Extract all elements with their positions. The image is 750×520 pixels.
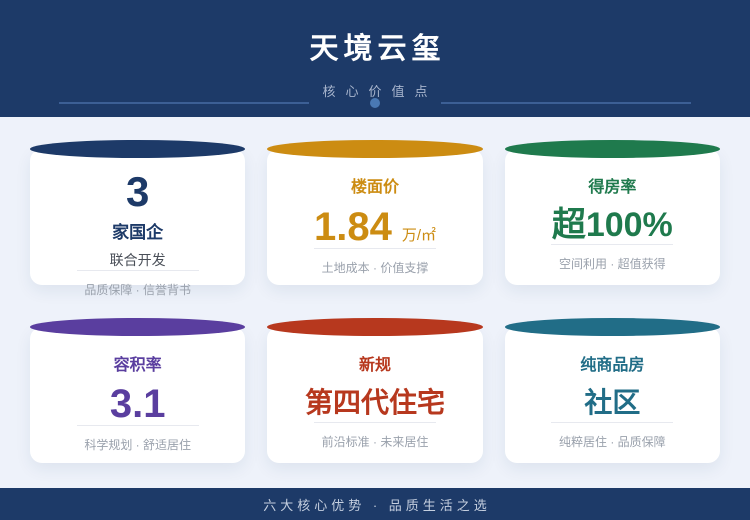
card-divider [551,244,674,246]
floor-price-title: 楼面价 [350,179,399,196]
card-top-ribbon [30,140,246,158]
floor-price-unit: 万/㎡ [401,227,436,244]
footer-slogan: 六大核心优势 · 品质生活之选 [263,497,491,513]
community-value: 社区 [584,387,641,418]
card-top-ribbon [267,318,483,336]
card-fourth-gen-housing: 新规 第四代住宅 前沿标准 · 未来居住 [267,318,483,463]
floor-price-value: 1.84 [313,205,392,249]
developers-label: 家国企 [112,223,164,242]
usable-ratio-title: 得房率 [588,179,637,196]
card-community: 纯商品房 社区 纯粹居住 · 品质保障 [504,318,720,463]
card-footnote: 土地成本 · 价值支撑 [321,261,429,275]
community-title: 纯商品房 [580,357,645,374]
divider-dot [370,98,380,108]
card-top-ribbon [504,140,720,158]
card-top-ribbon [267,140,483,158]
card-divider [314,422,436,423]
footer-bar: 六大核心优势 · 品质生活之选 [0,488,750,520]
card-divider [76,270,199,271]
card-footnote: 品质保障 · 信誉背书 [84,283,191,297]
card-divider [314,248,436,249]
card-top-ribbon [504,318,720,336]
header-divider [0,98,750,108]
page: 天境云玺 核心价值点 3 家国企 联合开发 品质保障 · 信誉背书 楼面价 1.… [0,0,750,520]
fourth-gen-value: 第四代住宅 [304,387,445,418]
page-title: 天境云玺 [309,33,446,65]
card-plot-ratio: 容积率 3.1 科学规划 · 舒适居住 [30,318,246,463]
value-cards-grid: 3 家国企 联合开发 品质保障 · 信誉背书 楼面价 1.84 万/㎡ 土地成本… [0,117,750,488]
card-footnote: 科学规划 · 舒适居住 [84,438,191,452]
card-top-ribbon [30,318,246,336]
developers-count: 3 [125,168,150,215]
card-footnote: 空间利用 · 超值获得 [558,257,666,272]
card-divider [551,422,674,423]
plot-ratio-value: 3.1 [109,382,166,426]
header: 天境云玺 核心价值点 [0,0,750,117]
card-footnote: 前沿标准 · 未来居住 [321,435,429,449]
card-footnote: 纯粹居住 · 品质保障 [558,435,666,449]
card-floor-price: 楼面价 1.84 万/㎡ 土地成本 · 价值支撑 [267,140,483,285]
card-divider [76,425,199,426]
divider-line-right [441,102,691,104]
usable-ratio-value: 超100% [551,206,673,244]
fourth-gen-title: 新规 [358,357,391,374]
divider-line-left [59,102,309,104]
card-usable-ratio: 得房率 超100% 空间利用 · 超值获得 [504,140,720,285]
card-developers: 3 家国企 联合开发 品质保障 · 信誉背书 [30,140,246,297]
plot-ratio-title: 容积率 [113,357,162,374]
developers-sublabel: 联合开发 [109,252,166,268]
